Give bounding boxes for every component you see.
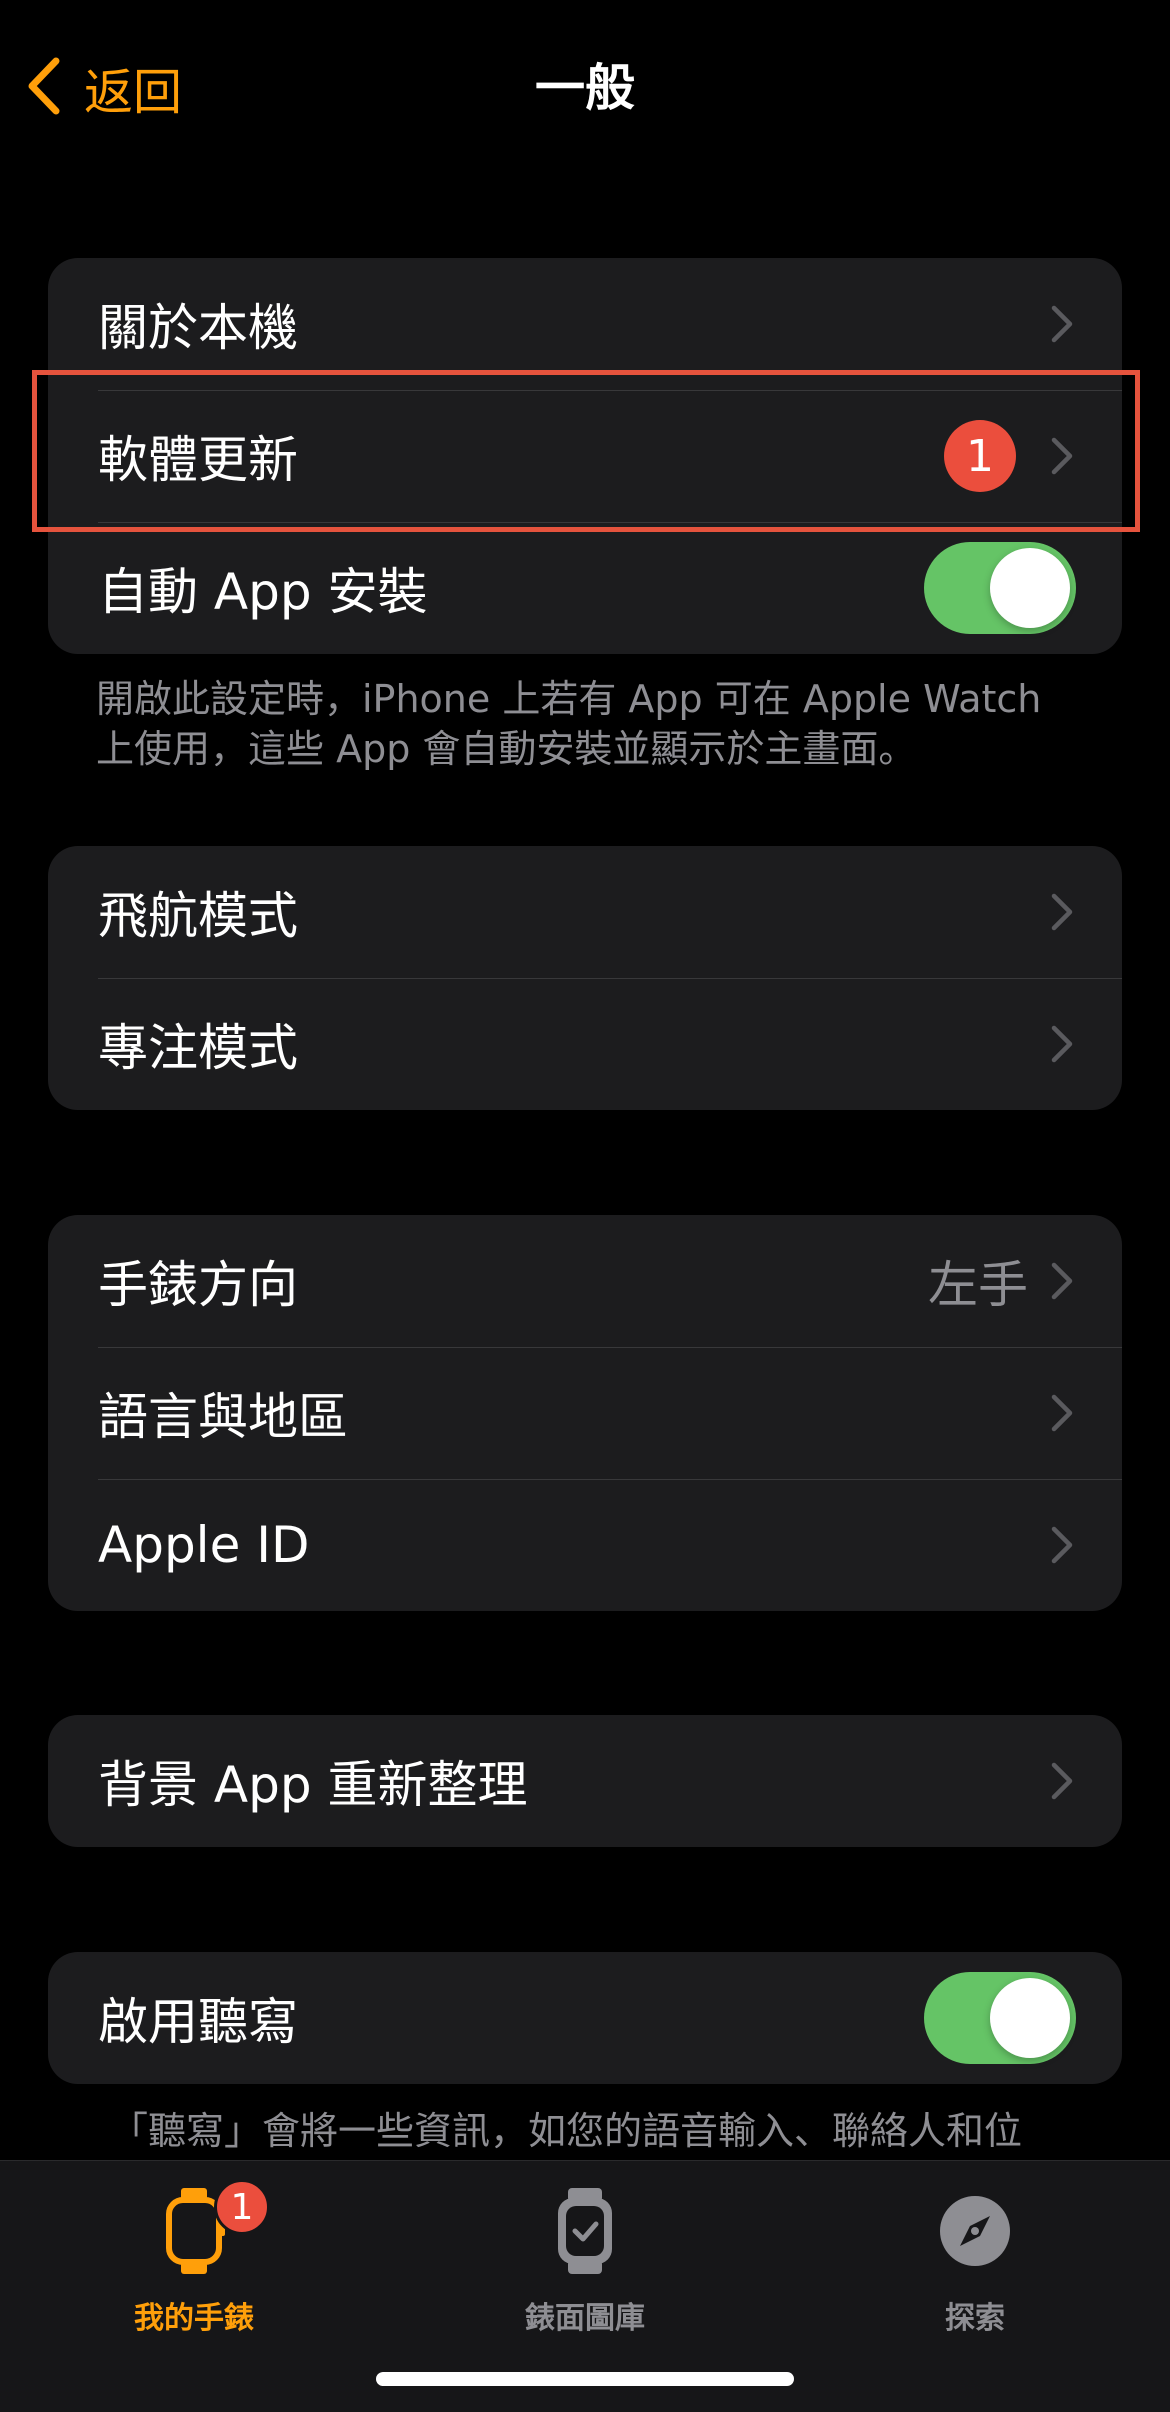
home-indicator: [376, 2372, 794, 2386]
row-background-refresh[interactable]: 背景 App 重新整理: [48, 1715, 1122, 1847]
row-label-software-update: 軟體更新: [98, 431, 298, 489]
auto-install-toggle[interactable]: [924, 542, 1076, 634]
tab-label-my-watch: 我的手錶: [134, 2301, 254, 2336]
row-software-update[interactable]: 軟體更新 1: [48, 390, 1122, 522]
row-label-background-refresh: 背景 App 重新整理: [98, 1756, 528, 1814]
chevron-right-icon: [1050, 436, 1074, 476]
chevron-right-icon: [1050, 1393, 1074, 1433]
row-about[interactable]: 關於本機: [48, 258, 1122, 390]
settings-group-device: 手錶方向 左手 語言與地區 Apple ID: [48, 1215, 1122, 1611]
row-auto-install: 自動 App 安裝: [48, 522, 1122, 654]
row-label-focus: 專注模式: [98, 1019, 298, 1077]
row-dictation: 啟用聽寫: [48, 1952, 1122, 2084]
toggle-knob: [990, 548, 1070, 628]
toggle-knob: [990, 1978, 1070, 2058]
dictation-toggle[interactable]: [924, 1972, 1076, 2064]
dictation-footnote: 「聽寫」會將一些資訊，如您的語音輸入、聯絡人和位: [110, 2109, 1023, 2153]
chevron-right-icon: [1050, 304, 1074, 344]
tab-label-face-gallery: 錶面圖庫: [525, 2301, 645, 2336]
chevron-right-icon: [1050, 1024, 1074, 1064]
tab-face-gallery[interactable]: 錶面圖庫: [455, 2181, 715, 2337]
tab-label-discover: 探索: [945, 2301, 1005, 2336]
watch-icon: 1: [64, 2179, 324, 2281]
row-label-orientation: 手錶方向: [98, 1256, 298, 1314]
watch-face-icon: [455, 2181, 715, 2281]
tab-notification-badge: 1: [214, 2179, 270, 2235]
chevron-right-icon: [1050, 1261, 1074, 1301]
chevron-right-icon: [1050, 892, 1074, 932]
screen: 返回 一般 關於本機 軟體更新 1 自動 App 安裝 開啟此設定時，iPhon…: [0, 0, 1170, 2412]
tab-my-watch[interactable]: 1 我的手錶: [64, 2179, 324, 2337]
settings-group-modes: 飛航模式 專注模式: [48, 846, 1122, 1110]
chevron-right-icon: [1050, 1761, 1074, 1801]
row-airplane-mode[interactable]: 飛航模式: [48, 846, 1122, 978]
auto-install-footnote: 開啟此設定時，iPhone 上若有 App 可在 Apple Watch 上使用…: [96, 677, 1042, 771]
row-apple-id[interactable]: Apple ID: [48, 1479, 1122, 1611]
row-label-dictation: 啟用聽寫: [98, 1993, 298, 2051]
settings-group-general: 關於本機 軟體更新 1 自動 App 安裝: [48, 258, 1122, 654]
row-label-airplane: 飛航模式: [98, 887, 298, 945]
chevron-right-icon: [1050, 1525, 1074, 1565]
row-focus-mode[interactable]: 專注模式: [48, 978, 1122, 1110]
tab-discover[interactable]: 探索: [845, 2181, 1105, 2337]
notification-badge: 1: [944, 420, 1016, 492]
nav-bar: 返回 一般: [0, 0, 1170, 175]
orientation-value: 左手: [928, 1256, 1028, 1314]
settings-group-background: 背景 App 重新整理: [48, 1715, 1122, 1847]
settings-group-dictation: 啟用聽寫: [48, 1952, 1122, 2084]
page-title: 一般: [535, 59, 635, 117]
row-label-about: 關於本機: [98, 299, 298, 357]
row-label-language: 語言與地區: [98, 1388, 348, 1446]
row-label-apple-id: Apple ID: [98, 1516, 310, 1574]
row-language-region[interactable]: 語言與地區: [48, 1347, 1122, 1479]
compass-icon: [845, 2181, 1105, 2281]
row-label-auto-install: 自動 App 安裝: [98, 563, 428, 621]
row-watch-orientation[interactable]: 手錶方向 左手: [48, 1215, 1122, 1347]
